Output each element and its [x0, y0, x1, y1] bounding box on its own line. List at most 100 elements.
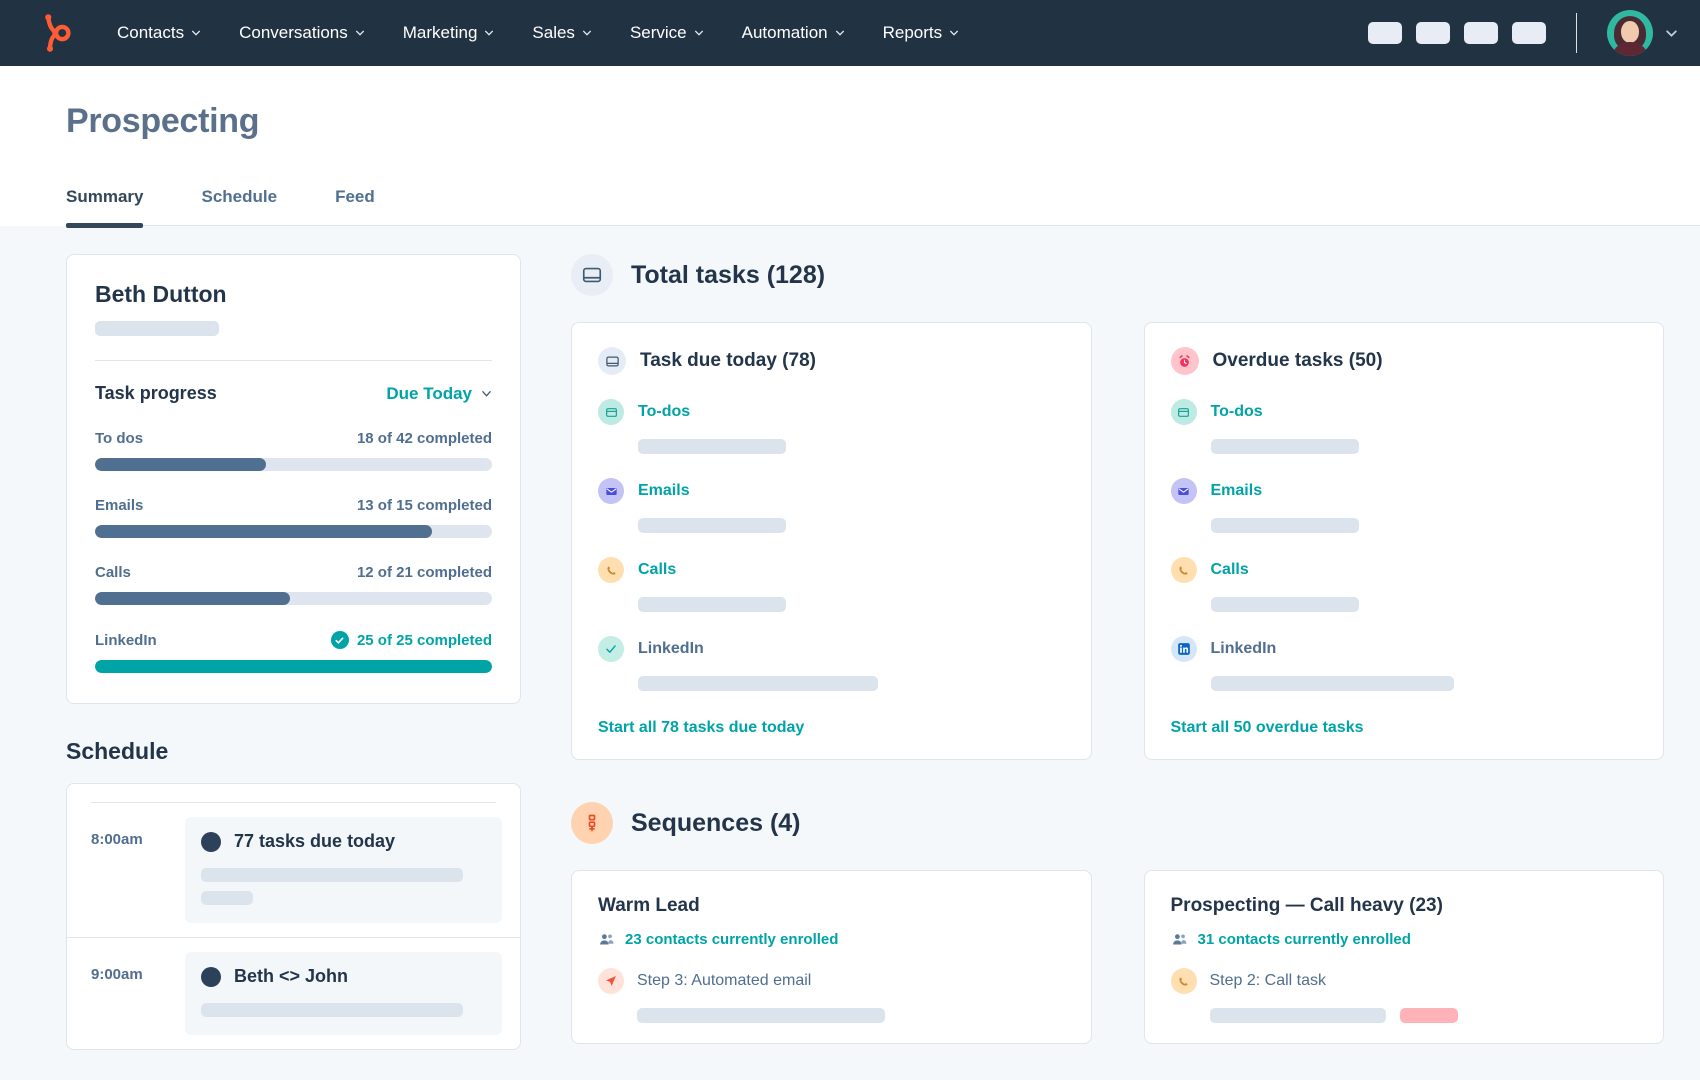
total-tasks-section-header: Total tasks (128): [571, 254, 1664, 296]
task-item-emails[interactable]: Emails: [598, 478, 1065, 533]
task-progress-filter-dropdown[interactable]: Due Today: [386, 384, 492, 404]
task-item-label: LinkedIn: [638, 640, 704, 658]
start-all-overdue-tasks-link[interactable]: Start all 50 overdue tasks: [1171, 719, 1364, 736]
nav-utility-area: [1368, 10, 1678, 56]
chevron-down-icon[interactable]: [1665, 27, 1678, 40]
tab-feed[interactable]: Feed: [335, 187, 375, 225]
nav-item-label: Service: [630, 23, 687, 43]
nav-item-conversations[interactable]: Conversations: [220, 13, 384, 53]
nav-item-contacts[interactable]: Contacts: [98, 13, 220, 53]
nav-item-label: Automation: [742, 23, 828, 43]
sequence-step-label: Step 3: Automated email: [637, 972, 811, 990]
nav-item-label: Contacts: [117, 23, 184, 43]
contacts-icon: [598, 931, 615, 948]
event-dot-icon: [201, 967, 221, 987]
chevron-down-icon: [191, 28, 201, 38]
phone-icon: [598, 557, 624, 583]
progress-row-linkedin: LinkedIn 25 of 25 completed: [95, 631, 492, 673]
right-column: Total tasks (128) Task due today (78): [571, 254, 1664, 1044]
task-item-placeholder: [638, 518, 786, 533]
task-item-linkedin[interactable]: LinkedIn: [598, 636, 1065, 691]
schedule-event-block[interactable]: Beth <> John: [185, 952, 502, 1035]
chevron-down-icon: [355, 28, 365, 38]
profile-subtitle-placeholder: [95, 321, 219, 336]
tab-summary[interactable]: Summary: [66, 187, 143, 225]
profile-name: Beth Dutton: [95, 281, 492, 308]
nav-item-reports[interactable]: Reports: [864, 13, 979, 53]
progress-label: LinkedIn: [95, 632, 157, 649]
sequence-card[interactable]: Warm Lead 23 contacts currently enrolled: [571, 870, 1092, 1044]
task-item-todos[interactable]: To-dos: [1171, 399, 1638, 454]
task-cards-row: Task due today (78) To-dos: [571, 322, 1664, 760]
task-list-icon: [598, 347, 626, 375]
avatar[interactable]: [1607, 10, 1653, 56]
sequence-title: Prospecting — Call heavy (23): [1171, 895, 1638, 917]
nav-utility-chip-4[interactable]: [1512, 22, 1546, 44]
sequence-card[interactable]: Prospecting — Call heavy (23) 31 contact…: [1144, 870, 1665, 1044]
sequence-title: Warm Lead: [598, 895, 1065, 917]
schedule-event-time: 9:00am: [91, 952, 169, 1035]
tab-schedule[interactable]: Schedule: [201, 187, 277, 225]
chevron-down-icon: [949, 28, 959, 38]
nav-item-label: Reports: [883, 23, 943, 43]
task-item-emails[interactable]: Emails: [1171, 478, 1638, 533]
task-item-placeholder: [638, 439, 786, 454]
sequence-enrolled-label: 31 contacts currently enrolled: [1198, 931, 1411, 948]
task-item-label: To-dos: [1211, 403, 1263, 421]
task-progress-title: Task progress: [95, 383, 217, 404]
chevron-down-icon: [694, 28, 704, 38]
progress-row-emails: Emails 13 of 15 completed: [95, 497, 492, 538]
overdue-tasks-card: Overdue tasks (50) To-dos: [1144, 322, 1665, 760]
schedule-event-block[interactable]: 77 tasks due today: [185, 817, 502, 923]
sequence-enrolled-row[interactable]: 23 contacts currently enrolled: [598, 931, 1065, 948]
sequence-enrolled-row[interactable]: 31 contacts currently enrolled: [1171, 931, 1638, 948]
progress-value: 25 of 25 completed: [331, 631, 492, 649]
task-due-today-panel: Task due today (78) To-dos: [571, 322, 1092, 760]
nav-utility-chip-2[interactable]: [1416, 22, 1450, 44]
nav-item-automation[interactable]: Automation: [723, 13, 864, 53]
sequences-section-header: Sequences (4): [571, 802, 1664, 844]
task-item-todos[interactable]: To-dos: [598, 399, 1065, 454]
nav-item-service[interactable]: Service: [611, 13, 723, 53]
sequence-step-label: Step 2: Call task: [1210, 972, 1327, 990]
nav-item-label: Sales: [532, 23, 575, 43]
hubspot-sprocket-logo[interactable]: [36, 12, 78, 54]
schedule-event-title: Beth <> John: [234, 966, 348, 987]
progress-track: [95, 660, 492, 673]
chevron-down-icon: [582, 28, 592, 38]
task-item-label: LinkedIn: [1211, 640, 1277, 658]
page-header: Prospecting Summary Schedule Feed: [0, 66, 1700, 226]
start-all-tasks-due-today-link[interactable]: Start all 78 tasks due today: [598, 719, 804, 736]
progress-value: 13 of 15 completed: [357, 497, 492, 514]
progress-label: Calls: [95, 564, 131, 581]
card-title: Overdue tasks (50): [1213, 350, 1383, 372]
schedule-event-row[interactable]: 8:00am 77 tasks due today: [67, 803, 520, 937]
progress-fill: [95, 525, 432, 538]
nav-utility-chip-3[interactable]: [1464, 22, 1498, 44]
sequence-overdue-badge: [1400, 1008, 1458, 1023]
sequence-step-row: Step 3: Automated email: [598, 968, 1065, 994]
schedule-section-title: Schedule: [66, 738, 521, 765]
nav-item-marketing[interactable]: Marketing: [384, 13, 514, 53]
sequence-step-row: Step 2: Call task: [1171, 968, 1638, 994]
phone-icon: [1171, 557, 1197, 583]
nav-utility-chip-1[interactable]: [1368, 22, 1402, 44]
account-menu[interactable]: [1607, 10, 1678, 56]
progress-fill: [95, 458, 266, 471]
progress-value: 12 of 21 completed: [357, 564, 492, 581]
contacts-icon: [1171, 931, 1188, 948]
task-item-calls[interactable]: Calls: [598, 557, 1065, 612]
nav-item-sales[interactable]: Sales: [513, 13, 611, 53]
sequence-step-placeholder: [1210, 1008, 1386, 1023]
sequence-panel-warm-lead: Warm Lead 23 contacts currently enrolled: [571, 870, 1092, 1044]
filter-value-label: Due Today: [386, 384, 472, 404]
nav-menu: Contacts Conversations Marketing Sales S…: [98, 13, 978, 53]
schedule-event-row[interactable]: 9:00am Beth <> John: [67, 937, 520, 1049]
task-item-linkedin[interactable]: LinkedIn: [1171, 636, 1638, 691]
task-item-calls[interactable]: Calls: [1171, 557, 1638, 612]
nav-item-label: Conversations: [239, 23, 348, 43]
sequence-panel-call-heavy: Prospecting — Call heavy (23) 31 contact…: [1144, 870, 1665, 1044]
event-detail-placeholder: [201, 891, 253, 905]
todo-window-icon: [1171, 399, 1197, 425]
progress-value-text: 25 of 25 completed: [357, 632, 492, 649]
